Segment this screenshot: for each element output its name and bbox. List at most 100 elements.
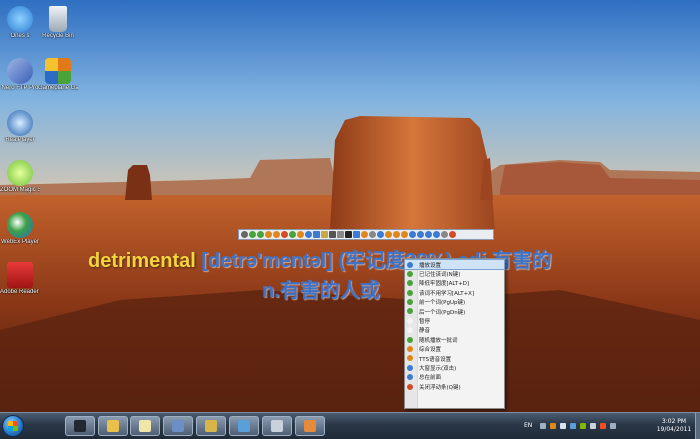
context-menu-item[interactable]: 后一个词(PgDn键) [405,307,504,316]
context-menu-item[interactable]: 综合设置 [405,345,504,354]
context-menu-item[interactable]: TTS语音设置 [405,354,504,363]
desktop-icon-windows-live[interactable]: Ones s [0,6,40,40]
desktop-icon-webex[interactable]: WebEx Player [0,212,40,246]
refresh-icon[interactable] [289,231,296,238]
desktop: Ones s Recycle Bin Nero FTP Pro Gameplan… [0,0,700,412]
dictionary-toolbar[interactable] [238,229,494,240]
recycle-bin-icon [49,6,67,32]
definition-text-line2: n.有害的人或 [262,280,380,302]
desktop-icon-label: Nero FTP Pro [1,85,39,91]
language-indicator[interactable]: EN [524,422,532,429]
start-button[interactable] [2,415,24,437]
tray-network-icon[interactable] [540,423,546,429]
record-icon[interactable] [273,231,280,238]
play-icon[interactable] [257,231,264,238]
monitor-icon [238,420,250,432]
tray-battery-icon[interactable] [580,423,586,429]
context-menu-item[interactable]: 随机播放一批词 [405,335,504,344]
checkmark-icon [407,374,413,381]
taskbar-tool-button[interactable] [262,416,292,436]
tray-flag-icon[interactable] [590,423,596,429]
desktop-icon-adobe-reader[interactable]: Adobe Reader 9 [0,262,40,296]
font-icon[interactable] [329,231,336,238]
taskbar-notes-button[interactable] [130,416,160,436]
desert-wallpaper [0,0,700,412]
desktop-icon-label: Recycle Bin [42,33,74,39]
clock-time: 3:02 PM [661,418,687,425]
search-icon[interactable] [433,231,440,238]
context-menu-item[interactable]: 暂停 [405,316,504,325]
prev-icon[interactable] [409,231,416,238]
desktop-icon-magic[interactable]: ZOOM Magic Shortcut [0,160,40,194]
pause-icon[interactable] [265,231,272,238]
tray-volume-icon[interactable] [560,423,566,429]
desktop-icon-ftp[interactable]: Nero FTP Pro [0,58,40,92]
grid-icon[interactable] [313,231,320,238]
context-menu-item[interactable]: 已记住该词(N键) [405,269,504,278]
context-menu-item-label: 关闭浮动条(Q键) [419,384,461,391]
context-menu-item[interactable]: 播放设置 [404,258,505,271]
context-menu-item-label: 已记住该词(N键) [419,272,461,279]
desktop-icon-label: Adobe Reader 9 [0,289,40,295]
help-icon[interactable] [385,231,392,238]
tray-chevron-icon[interactable] [610,423,616,429]
zoom-in-icon[interactable] [425,231,432,238]
context-menu-item-label: 综合设置 [419,347,442,354]
square-icon[interactable] [345,231,352,238]
taskbar-explorer-button[interactable] [98,416,128,436]
list-icon[interactable] [305,231,312,238]
gear-icon [407,346,413,353]
close-icon [407,383,413,390]
favorite-icon[interactable] [361,231,368,238]
next-icon [407,308,413,315]
info-icon[interactable] [393,231,400,238]
context-menu-item[interactable]: 前一个词(PgUp键) [405,298,504,307]
warn-icon[interactable] [401,231,408,238]
taskbar-archive-button[interactable] [196,416,226,436]
context-menu-item[interactable]: 降低牢固度[ALT+D] [405,279,504,288]
context-menu-item[interactable]: 关闭浮动条(Q键) [405,382,504,391]
desktop-icon-realplayer[interactable]: RealPlayer [0,110,40,144]
context-menu-item[interactable]: 该词不用学习[ALT+X] [405,288,504,297]
lock-icon[interactable] [337,231,344,238]
context-menu-item-label: 暂停 [419,319,431,326]
desktop-icon-label: WebEx Player [1,239,39,245]
clock-date: 19/04/2011 [656,426,692,433]
context-menu-item[interactable]: 静音 [405,326,504,335]
word-text: detrimental [88,250,196,272]
exit-icon[interactable] [369,231,376,238]
close-icon[interactable] [449,231,456,238]
mail-icon[interactable] [377,231,384,238]
pause-icon [407,317,413,324]
folder-icon [107,420,119,432]
prev-icon [407,299,413,306]
pin-icon[interactable] [441,231,448,238]
settings-icon[interactable] [241,231,248,238]
add-icon[interactable] [249,231,256,238]
desktop-icon-game[interactable]: Gameplane Gameblo... [38,58,78,92]
tray-security-icon[interactable] [600,423,606,429]
taskbar-dictionary-button[interactable] [295,416,325,436]
tray-app-icon[interactable] [550,423,556,429]
cancel-icon[interactable] [297,231,304,238]
clock[interactable]: 3:02 PM 19/04/2011 [652,418,696,434]
taskbar-monitor-button[interactable] [229,416,259,436]
context-menu-item-label: 总在前面 [419,375,442,382]
show-desktop-button[interactable] [695,413,700,439]
taskbar-app-button[interactable] [163,416,193,436]
context-menu-item[interactable]: 大窗显示(双击) [405,363,504,372]
desktop-icon-recycle-bin[interactable]: Recycle Bin [38,6,78,40]
stop-icon[interactable] [281,231,288,238]
cancel-icon [407,289,413,296]
context-menu-item[interactable]: 总在前面 [405,373,504,382]
book-icon[interactable] [321,231,328,238]
taskbar-terminal-button[interactable] [65,416,95,436]
tool-icon [271,420,283,432]
settings-icon [407,261,413,268]
tray-display-icon[interactable] [570,423,576,429]
check-icon [407,270,413,277]
notes-icon [139,420,151,432]
zoom-out-icon[interactable] [417,231,424,238]
mute-icon [407,327,413,334]
note-icon[interactable] [353,231,360,238]
